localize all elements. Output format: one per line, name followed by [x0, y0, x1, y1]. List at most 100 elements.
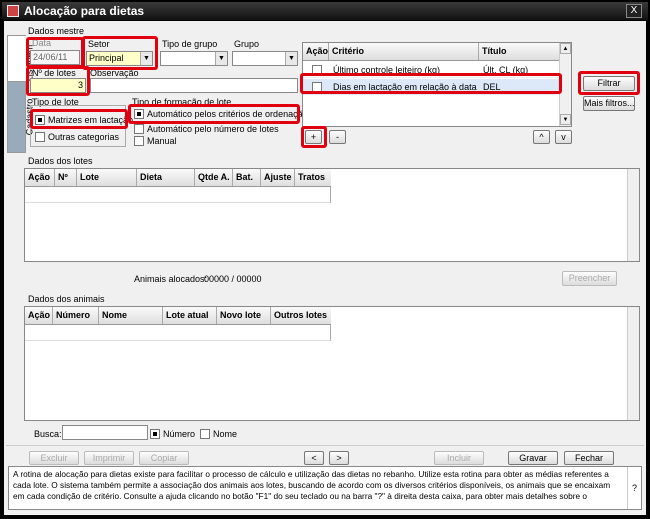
col-acao[interactable]: Ação [303, 43, 329, 60]
setor-select[interactable]: Principal ▼ [86, 51, 153, 66]
setor-label: Setor [88, 39, 110, 49]
col-outros-lotes[interactable]: Outros lotes [271, 307, 331, 324]
col-lote-atual[interactable]: Lote atual [163, 307, 217, 324]
app-window: Alocação para dietas X Listagem Cadastro… [0, 0, 650, 519]
chevron-down-icon: ▼ [215, 52, 227, 65]
matrizes-label: Matrizes em lactação [48, 115, 134, 125]
animais-grid: Ação Número Nome Lote atual Novo lote Ou… [24, 306, 640, 421]
next-button[interactable]: > [329, 451, 349, 465]
busca-label: Busca: [34, 429, 62, 439]
auto-numero-label: Automático pelo número de lotes [147, 124, 279, 134]
divider [6, 445, 644, 446]
preencher-button[interactable]: Preencher [562, 271, 617, 286]
manual-radio[interactable] [134, 136, 144, 146]
mais-filtros-button[interactable]: Mais filtros... [583, 96, 635, 111]
auto-numero-radio[interactable] [134, 124, 144, 134]
grupo-label: Grupo [234, 39, 260, 49]
col-numero[interactable]: Nº [55, 169, 77, 186]
setor-value: Principal [89, 53, 124, 63]
row-checkbox[interactable] [312, 82, 322, 92]
imprimir-button[interactable]: Imprimir [84, 451, 134, 465]
col-acao[interactable]: Ação [25, 169, 55, 186]
lotes-grid: Ação Nº Lote Dieta Qtde A. Bat. Ajuste T… [24, 168, 640, 262]
col-numero[interactable]: Número [53, 307, 99, 324]
help-panel: A rotina de alocação para dietas existe … [8, 466, 642, 510]
tipo-grupo-select[interactable]: ▼ [160, 51, 228, 66]
lotes-header: Ação Nº Lote Dieta Qtde A. Bat. Ajuste T… [25, 169, 331, 187]
add-criteria-button[interactable]: + [305, 130, 322, 144]
table-row[interactable]: Último controle leiteiro (kg) Últ. CL (k… [303, 62, 559, 78]
col-qtde[interactable]: Qtde A. [195, 169, 233, 186]
numero-radio[interactable] [150, 429, 160, 439]
section-dados-lotes: Dados dos lotes [28, 156, 93, 166]
observacao-field[interactable] [90, 78, 298, 93]
incluir-button[interactable]: Incluir [434, 451, 484, 465]
animais-header: Ação Número Nome Lote atual Novo lote Ou… [25, 307, 331, 325]
grupo-select[interactable]: ▼ [232, 51, 298, 66]
title-bar: Alocação para dietas X [2, 2, 648, 20]
client-area: Listagem Cadastro Dados mestre Data 24/0… [4, 21, 646, 515]
outras-label: Outras categorias [48, 132, 120, 142]
copiar-button[interactable]: Copiar [139, 451, 189, 465]
scroll-up-icon[interactable]: ▲ [560, 43, 571, 54]
col-criterio[interactable]: Critério [329, 43, 479, 60]
chevron-down-icon: ▼ [285, 52, 297, 65]
table-row[interactable] [25, 187, 331, 203]
obs-label: Observação [90, 68, 139, 78]
col-novo-lote[interactable]: Novo lote [217, 307, 271, 324]
gravar-button[interactable]: Gravar [508, 451, 558, 465]
remove-criteria-button[interactable]: - [329, 130, 346, 144]
auto-criterios-label: Automático pelos critérios de ordenação [147, 109, 308, 119]
col-ajuste[interactable]: Ajuste [261, 169, 295, 186]
table-row[interactable] [25, 325, 331, 341]
row-checkbox[interactable] [312, 65, 322, 75]
col-tratos[interactable]: Tratos [295, 169, 331, 186]
col-lote[interactable]: Lote [77, 169, 137, 186]
criteria-scrollbar[interactable]: ▲ ▼ [559, 43, 571, 126]
outras-checkbox[interactable] [35, 132, 45, 142]
fechar-button[interactable]: Fechar [564, 451, 614, 465]
manual-label: Manual [147, 136, 177, 146]
scroll-down-icon[interactable]: ▼ [560, 114, 571, 125]
help-text: A rotina de alocação para dietas existe … [13, 469, 611, 501]
app-icon [7, 5, 19, 17]
nlotes-field[interactable]: 3 [30, 78, 86, 93]
col-nome[interactable]: Nome [99, 307, 163, 324]
window-title: Alocação para dietas [24, 4, 145, 18]
criterio-cell: Dias em lactação em relação à data atual [333, 82, 478, 92]
tipo-grupo-label: Tipo de grupo [162, 39, 218, 49]
section-dados-mestre: Dados mestre [28, 26, 85, 36]
help-button[interactable]: ? [627, 467, 641, 509]
nome-radio[interactable] [200, 429, 210, 439]
criteria-grid: Ação Critério Título Último controle lei… [302, 42, 572, 127]
chevron-down-icon: ▼ [140, 52, 152, 65]
col-bat[interactable]: Bat. [233, 169, 261, 186]
col-titulo[interactable]: Título [479, 43, 559, 60]
nome-label: Nome [213, 429, 238, 439]
move-up-button[interactable]: ^ [533, 130, 550, 144]
numero-label: Número [163, 429, 196, 439]
move-down-button[interactable]: v [555, 130, 572, 144]
close-button[interactable]: X [626, 4, 642, 18]
animais-scrollbar[interactable] [627, 307, 639, 420]
prev-button[interactable]: < [304, 451, 324, 465]
lotes-scrollbar[interactable] [627, 169, 639, 261]
formacao-label: Tipo de formação de lote [132, 97, 232, 107]
table-row[interactable]: Dias em lactação em relação à data atual… [303, 79, 559, 95]
data-field[interactable]: 24/06/11 [30, 50, 80, 65]
titulo-cell: Últ. CL (kg) [483, 65, 529, 75]
alocados-label: Animais alocados: [134, 274, 208, 284]
excluir-button[interactable]: Excluir [29, 451, 79, 465]
matrizes-checkbox[interactable] [35, 115, 45, 125]
data-label: Data [32, 38, 52, 48]
tab-cadastro[interactable]: Cadastro [7, 81, 34, 153]
col-dieta[interactable]: Dieta [137, 169, 195, 186]
criteria-header: Ação Critério Título [303, 43, 559, 61]
col-acao[interactable]: Ação [25, 307, 53, 324]
filtrar-button[interactable]: Filtrar [583, 76, 635, 91]
criterio-cell: Último controle leiteiro (kg) [333, 65, 441, 75]
titulo-cell: DEL [483, 82, 501, 92]
busca-input[interactable] [62, 425, 148, 440]
section-dados-animais: Dados dos animais [28, 294, 105, 304]
auto-criterios-radio[interactable] [134, 109, 144, 119]
